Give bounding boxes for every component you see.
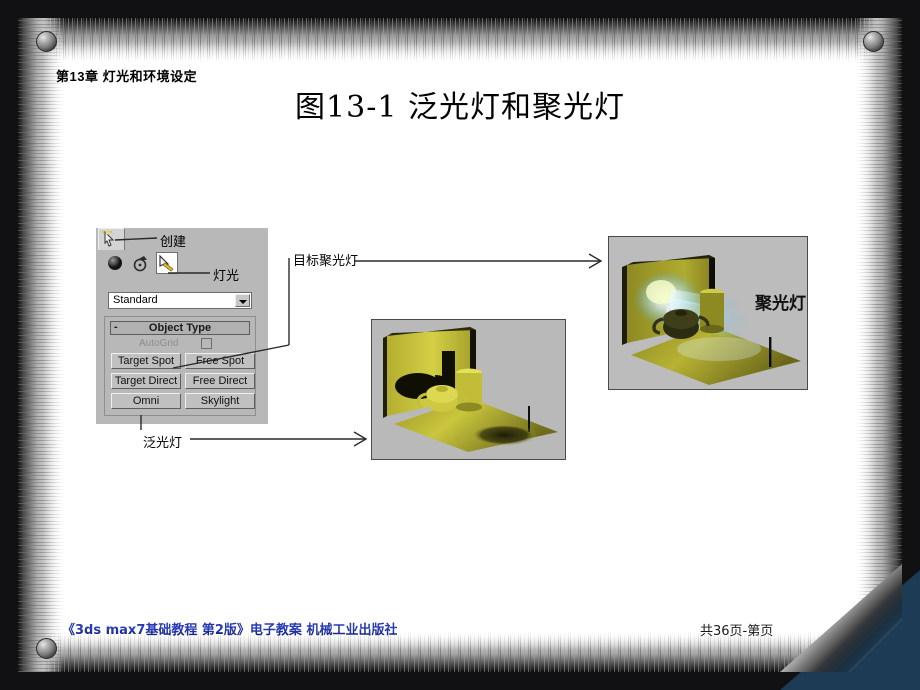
autogrid-checkbox[interactable]	[201, 338, 212, 349]
spot-inline-label: 聚光灯	[754, 293, 806, 314]
footer-page-number: 共36页-第页	[700, 624, 774, 639]
geometry-sphere-icon[interactable]	[104, 252, 126, 274]
slide-canvas: 第13章 灯光和环境设定 图13-1 泛光灯和聚光灯 Standard - Ob…	[0, 0, 920, 690]
target-direct-button[interactable]: Target Direct	[111, 373, 181, 389]
annotation-omni: 泛光灯	[143, 436, 183, 451]
annotation-target-spot: 目标聚光灯	[293, 254, 359, 269]
chevron-down-icon[interactable]	[235, 294, 250, 307]
rollout-title: Object Type	[148, 322, 212, 334]
spot-scene-graphic: 聚光灯	[609, 237, 807, 389]
lights-icon[interactable]	[156, 252, 178, 274]
arrowhead-omni	[353, 431, 368, 447]
slide-content: 第13章 灯光和环境设定 图13-1 泛光灯和聚光灯 Standard - Ob…	[0, 0, 920, 690]
free-direct-button[interactable]: Free Direct	[185, 373, 255, 389]
free-spot-button[interactable]: Free Spot	[185, 353, 255, 369]
omni-scene-graphic	[372, 320, 565, 459]
footer-book-credit: 《3ds max7基础教程 第2版》电子教案 机械工业出版社	[62, 619, 397, 638]
autogrid-label: AutoGrid	[139, 338, 179, 349]
shapes-icon[interactable]	[130, 252, 152, 274]
render-image-spot: 聚光灯	[608, 236, 808, 390]
category-icon-row	[100, 252, 264, 276]
create-tab[interactable]	[98, 228, 125, 250]
render-image-omni	[371, 319, 566, 460]
command-panel: Standard - Object Type AutoGrid Target S…	[96, 228, 268, 424]
annotation-light: 灯光	[213, 269, 240, 284]
rollout-collapse-glyph[interactable]: -	[114, 321, 118, 333]
object-class-dropdown[interactable]: Standard	[108, 292, 252, 309]
page-title: 图13-1 泛光灯和聚光灯	[295, 90, 625, 125]
omni-button[interactable]: Omni	[111, 393, 181, 409]
arrowhead-target	[588, 253, 603, 269]
skylight-button[interactable]: Skylight	[185, 393, 255, 409]
object-type-rollout: - Object Type AutoGrid Target Spot Free …	[104, 316, 256, 416]
dropdown-value: Standard	[113, 294, 158, 306]
annotation-create: 创建	[160, 235, 187, 250]
target-spot-button[interactable]: Target Spot	[111, 353, 181, 369]
rollout-header[interactable]: - Object Type	[110, 321, 250, 335]
create-arrow-icon	[102, 231, 115, 247]
